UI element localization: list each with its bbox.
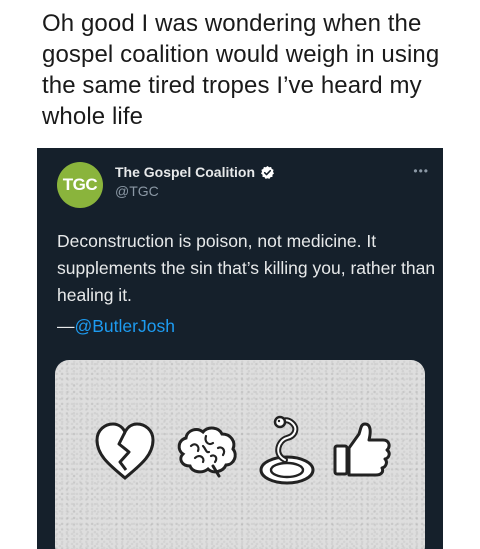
author-block: The Gospel Coalition @TGC bbox=[115, 164, 275, 199]
tweet-attribution: —@ButlerJosh bbox=[57, 316, 175, 337]
tweet-header: TGC The Gospel Coalition @TGC ••• bbox=[57, 156, 433, 208]
thumbs-up-icon bbox=[333, 422, 391, 477]
brain-icon bbox=[177, 426, 237, 478]
verified-badge-icon bbox=[261, 165, 275, 179]
more-options-icon[interactable]: ••• bbox=[413, 164, 429, 178]
avatar[interactable]: TGC bbox=[57, 162, 103, 208]
snake-icon bbox=[259, 415, 315, 485]
display-name[interactable]: The Gospel Coalition bbox=[115, 164, 255, 180]
handle[interactable]: @TGC bbox=[115, 183, 275, 199]
tweet-media-image[interactable] bbox=[55, 360, 425, 549]
attribution-dash: — bbox=[57, 316, 75, 336]
post-caption: Oh good I was wondering when the gospel … bbox=[42, 10, 440, 130]
tweet-text: Deconstruction is poison, not medicine. … bbox=[57, 231, 436, 305]
display-name-row: The Gospel Coalition bbox=[115, 164, 275, 180]
embedded-tweet[interactable]: TGC The Gospel Coalition @TGC ••• Decons… bbox=[37, 148, 443, 549]
media-icons-row bbox=[55, 410, 425, 490]
attribution-link[interactable]: @ButlerJosh bbox=[75, 316, 175, 336]
broken-heart-icon bbox=[95, 422, 155, 480]
